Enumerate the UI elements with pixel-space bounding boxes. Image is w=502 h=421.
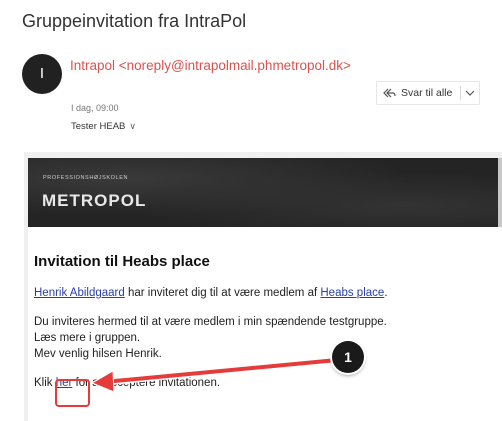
metropol-logo: METROPOL <box>42 191 147 210</box>
click-suffix: for at acceptere invitationen. <box>72 377 221 389</box>
sender-avatar: I <box>22 54 62 94</box>
click-prefix: Klik <box>34 377 56 389</box>
reply-all-group[interactable]: Svar til alle <box>376 81 481 105</box>
reply-all-button[interactable]: Svar til alle <box>377 82 460 104</box>
invite-paragraph: Henrik Abildgaard har inviteret dig til … <box>34 285 388 301</box>
reply-options-button[interactable] <box>461 82 479 104</box>
scrollbar[interactable] <box>498 158 502 227</box>
invite-text-mid: har inviteret dig til at være medlem af <box>124 287 321 299</box>
recipient-label: Tester HEAB <box>71 121 126 132</box>
chevron-down-icon[interactable]: ∨ <box>129 121 136 132</box>
place-link[interactable]: Heabs place <box>320 287 384 299</box>
inviter-link[interactable]: Henrik Abildgaard <box>34 287 125 299</box>
email-subject: Gruppeinvitation fra IntraPol <box>22 11 247 31</box>
email-date: I dag, 09:00 <box>71 103 119 113</box>
recipient[interactable]: Tester HEAB ∨ <box>71 121 136 132</box>
chevron-down-icon <box>465 90 475 96</box>
reply-all-icon <box>383 88 396 98</box>
banner-institution: PROFESSIONSHØJSKOLEN <box>43 175 129 181</box>
message-line-1: Du inviteres hermed til at være medlem i… <box>34 316 387 328</box>
step-badge: 1 <box>332 341 364 373</box>
sender-name[interactable]: Intrapol <noreply@intrapolmail.phmetropo… <box>70 58 351 73</box>
invite-text-end: . <box>384 287 388 299</box>
reply-all-label: Svar til alle <box>401 87 453 99</box>
highlight-box <box>55 379 90 407</box>
metropol-banner: PROFESSIONSHØJSKOLEN METROPOL <box>28 158 498 227</box>
message-heading: Invitation til Heabs place <box>34 253 210 270</box>
message-line-2: Læs mere i gruppen. <box>34 332 141 344</box>
